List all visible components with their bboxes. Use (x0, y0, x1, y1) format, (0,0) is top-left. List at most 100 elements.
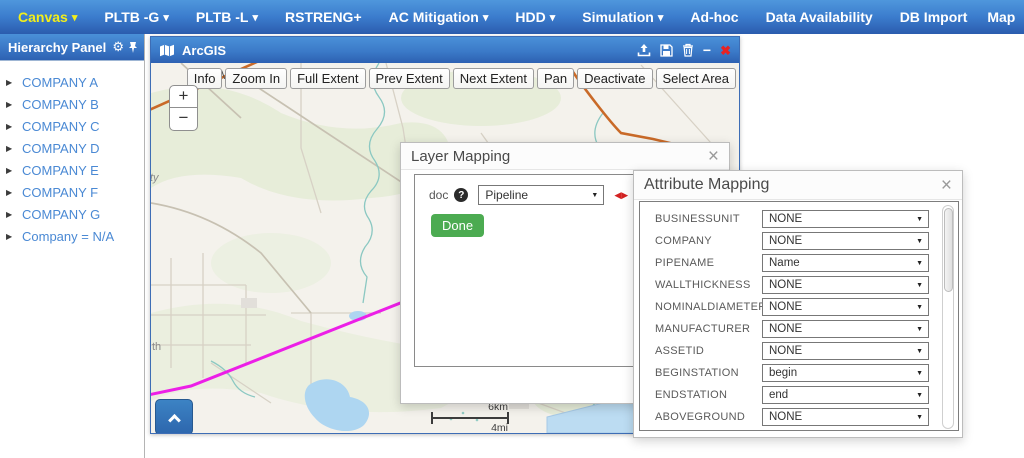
doc-select[interactable]: Pipeline ▼ (478, 185, 604, 205)
sidebar-item-company-b[interactable]: ▶ COMPANY B (6, 93, 144, 115)
attribute-label: WALLTHICKNESS (655, 279, 751, 291)
close-icon[interactable]: × (708, 147, 719, 166)
close-icon[interactable]: ✖ (720, 44, 731, 57)
attribute-label: ABOVEGROUND (655, 411, 745, 423)
attribute-label: COMPANY (655, 235, 712, 247)
nav-item-ac-mitigation[interactable]: AC Mitigation ▾ (389, 9, 489, 25)
chevron-up-icon (168, 413, 181, 426)
attribute-select[interactable]: NONE ▼ (762, 276, 929, 294)
full-extent-button[interactable]: Full Extent (290, 68, 365, 89)
attribute-select[interactable]: NONE ▼ (762, 342, 929, 360)
attribute-select-value: NONE (769, 213, 802, 225)
company-tree: ▶ COMPANY A ▶ COMPANY B ▶ COMPANY C ▶ CO… (0, 61, 144, 247)
doc-label: doc (429, 188, 448, 202)
attribute-select[interactable]: begin ▼ (762, 364, 929, 382)
nav-item-rstreng[interactable]: RSTRENG+ (285, 9, 362, 25)
nav-label: DB Import (900, 9, 968, 25)
collapse-panel-button[interactable] (155, 399, 193, 433)
gear-icon[interactable]: ⚙ (112, 39, 124, 55)
help-icon[interactable]: ? (454, 188, 468, 202)
select-caret-icon: ▼ (916, 414, 923, 421)
nav-item-data-availability[interactable]: Data Availability (766, 9, 873, 25)
sidebar-item-company-c[interactable]: ▶ COMPANY C (6, 115, 144, 137)
select-area-button[interactable]: Select Area (656, 68, 737, 89)
done-button[interactable]: Done (431, 214, 484, 237)
attribute-row: MANUFACTURER NONE ▼ (640, 320, 958, 338)
sidebar-item-company-a[interactable]: ▶ COMPANY A (6, 71, 144, 93)
prev-extent-button[interactable]: Prev Extent (369, 68, 450, 89)
attribute-select[interactable]: NONE ▼ (762, 298, 929, 316)
nav-label: PLTB -L (196, 9, 249, 25)
attribute-select[interactable]: Name ▼ (762, 254, 929, 272)
nav-item-map[interactable]: Map (967, 0, 1024, 34)
pan-button[interactable]: Pan (537, 68, 574, 89)
deactivate-button[interactable]: Deactivate (577, 68, 652, 89)
sidebar-item-company-f[interactable]: ▶ COMPANY F (6, 181, 144, 203)
zoom-out-button[interactable]: − (169, 108, 198, 131)
nav-item-adhoc[interactable]: Ad-hoc (690, 9, 738, 25)
sidebar-item-label: COMPANY G (22, 207, 100, 222)
sidebar-item-label: COMPANY B (22, 97, 99, 112)
nav-item-pltb-g[interactable]: PLTB -G ▾ (104, 9, 169, 25)
nav-label: Ad-hoc (690, 9, 738, 25)
select-caret-icon: ▼ (591, 192, 598, 199)
attribute-mapping-dialog: Attribute Mapping × BUSINESSUNIT NONE ▼ … (633, 170, 963, 438)
triangle-right-icon[interactable]: ▶ (6, 100, 14, 109)
attribute-select-value: begin (769, 367, 797, 379)
next-extent-button[interactable]: Next Extent (453, 68, 534, 89)
pin-icon[interactable] (128, 41, 138, 54)
arcgis-titlebar[interactable]: ArcGIS (151, 37, 739, 63)
triangle-right-icon[interactable]: ▶ (6, 78, 14, 87)
hierarchy-panel-header: Hierarchy Panel ⚙ (0, 34, 144, 61)
swap-arrows-icon[interactable]: ◀▶ (614, 190, 628, 201)
attribute-select[interactable]: NONE ▼ (762, 408, 929, 426)
sidebar-item-company-na[interactable]: ▶ Company = N/A (6, 225, 144, 247)
minimize-icon[interactable]: − (703, 43, 711, 57)
nav-item-db-import[interactable]: DB Import (900, 9, 968, 25)
upload-icon[interactable] (637, 43, 651, 57)
attribute-select[interactable]: NONE ▼ (762, 232, 929, 250)
hierarchy-panel: Hierarchy Panel ⚙ ▶ COMPANY A ▶ COMPANY … (0, 34, 145, 458)
sidebar-item-company-d[interactable]: ▶ COMPANY D (6, 137, 144, 159)
sidebar-item-company-g[interactable]: ▶ COMPANY G (6, 203, 144, 225)
triangle-right-icon[interactable]: ▶ (6, 210, 14, 219)
chevron-down-icon: ▾ (483, 13, 489, 24)
nav-item-simulation[interactable]: Simulation ▾ (582, 9, 663, 25)
attribute-select[interactable]: NONE ▼ (762, 320, 929, 338)
scrollbar-track[interactable] (942, 205, 954, 429)
attribute-row: ABOVEGROUND NONE ▼ (640, 408, 958, 426)
attribute-row: NOMINALDIAMETER NONE ▼ (640, 298, 958, 316)
sidebar-item-company-e[interactable]: ▶ COMPANY E (6, 159, 144, 181)
triangle-right-icon[interactable]: ▶ (6, 122, 14, 131)
triangle-right-icon[interactable]: ▶ (6, 188, 14, 197)
attribute-select-value: NONE (769, 411, 802, 423)
zoom-in-tool-button[interactable]: Zoom In (225, 68, 287, 89)
sidebar-item-label: COMPANY A (22, 75, 98, 90)
nav-item-pltb-l[interactable]: PLTB -L ▾ (196, 9, 258, 25)
attribute-select[interactable]: end ▼ (762, 386, 929, 404)
save-icon[interactable] (660, 44, 673, 57)
attribute-label: PIPENAME (655, 257, 714, 269)
zoom-in-button[interactable]: + (169, 85, 198, 108)
sidebar-item-label: Company = N/A (22, 229, 114, 244)
close-icon[interactable]: × (941, 176, 952, 195)
chevron-down-icon: ▾ (550, 13, 556, 24)
scrollbar-thumb[interactable] (944, 208, 953, 292)
attribute-row: ENDSTATION end ▼ (640, 386, 958, 404)
triangle-right-icon[interactable]: ▶ (6, 232, 14, 241)
attribute-select-value: NONE (769, 345, 802, 357)
nav-item-hdd[interactable]: HDD ▾ (515, 9, 555, 25)
select-caret-icon: ▼ (916, 282, 923, 289)
panel-title: Hierarchy Panel (8, 40, 106, 55)
layer-mapping-header[interactable]: Layer Mapping × (401, 143, 729, 170)
nav-item-canvas[interactable]: Canvas ▾ (18, 9, 77, 25)
nav-menu: Canvas ▾ PLTB -G ▾ PLTB -L ▾ RSTRENG+ AC… (0, 9, 967, 25)
attribute-row: PIPENAME Name ▼ (640, 254, 958, 272)
attribute-select[interactable]: NONE ▼ (762, 210, 929, 228)
triangle-right-icon[interactable]: ▶ (6, 166, 14, 175)
scale-mi-label: 4mi (491, 422, 508, 433)
chevron-down-icon: ▾ (658, 13, 664, 24)
trash-icon[interactable] (682, 43, 694, 57)
triangle-right-icon[interactable]: ▶ (6, 144, 14, 153)
attribute-mapping-header[interactable]: Attribute Mapping × (634, 171, 962, 200)
